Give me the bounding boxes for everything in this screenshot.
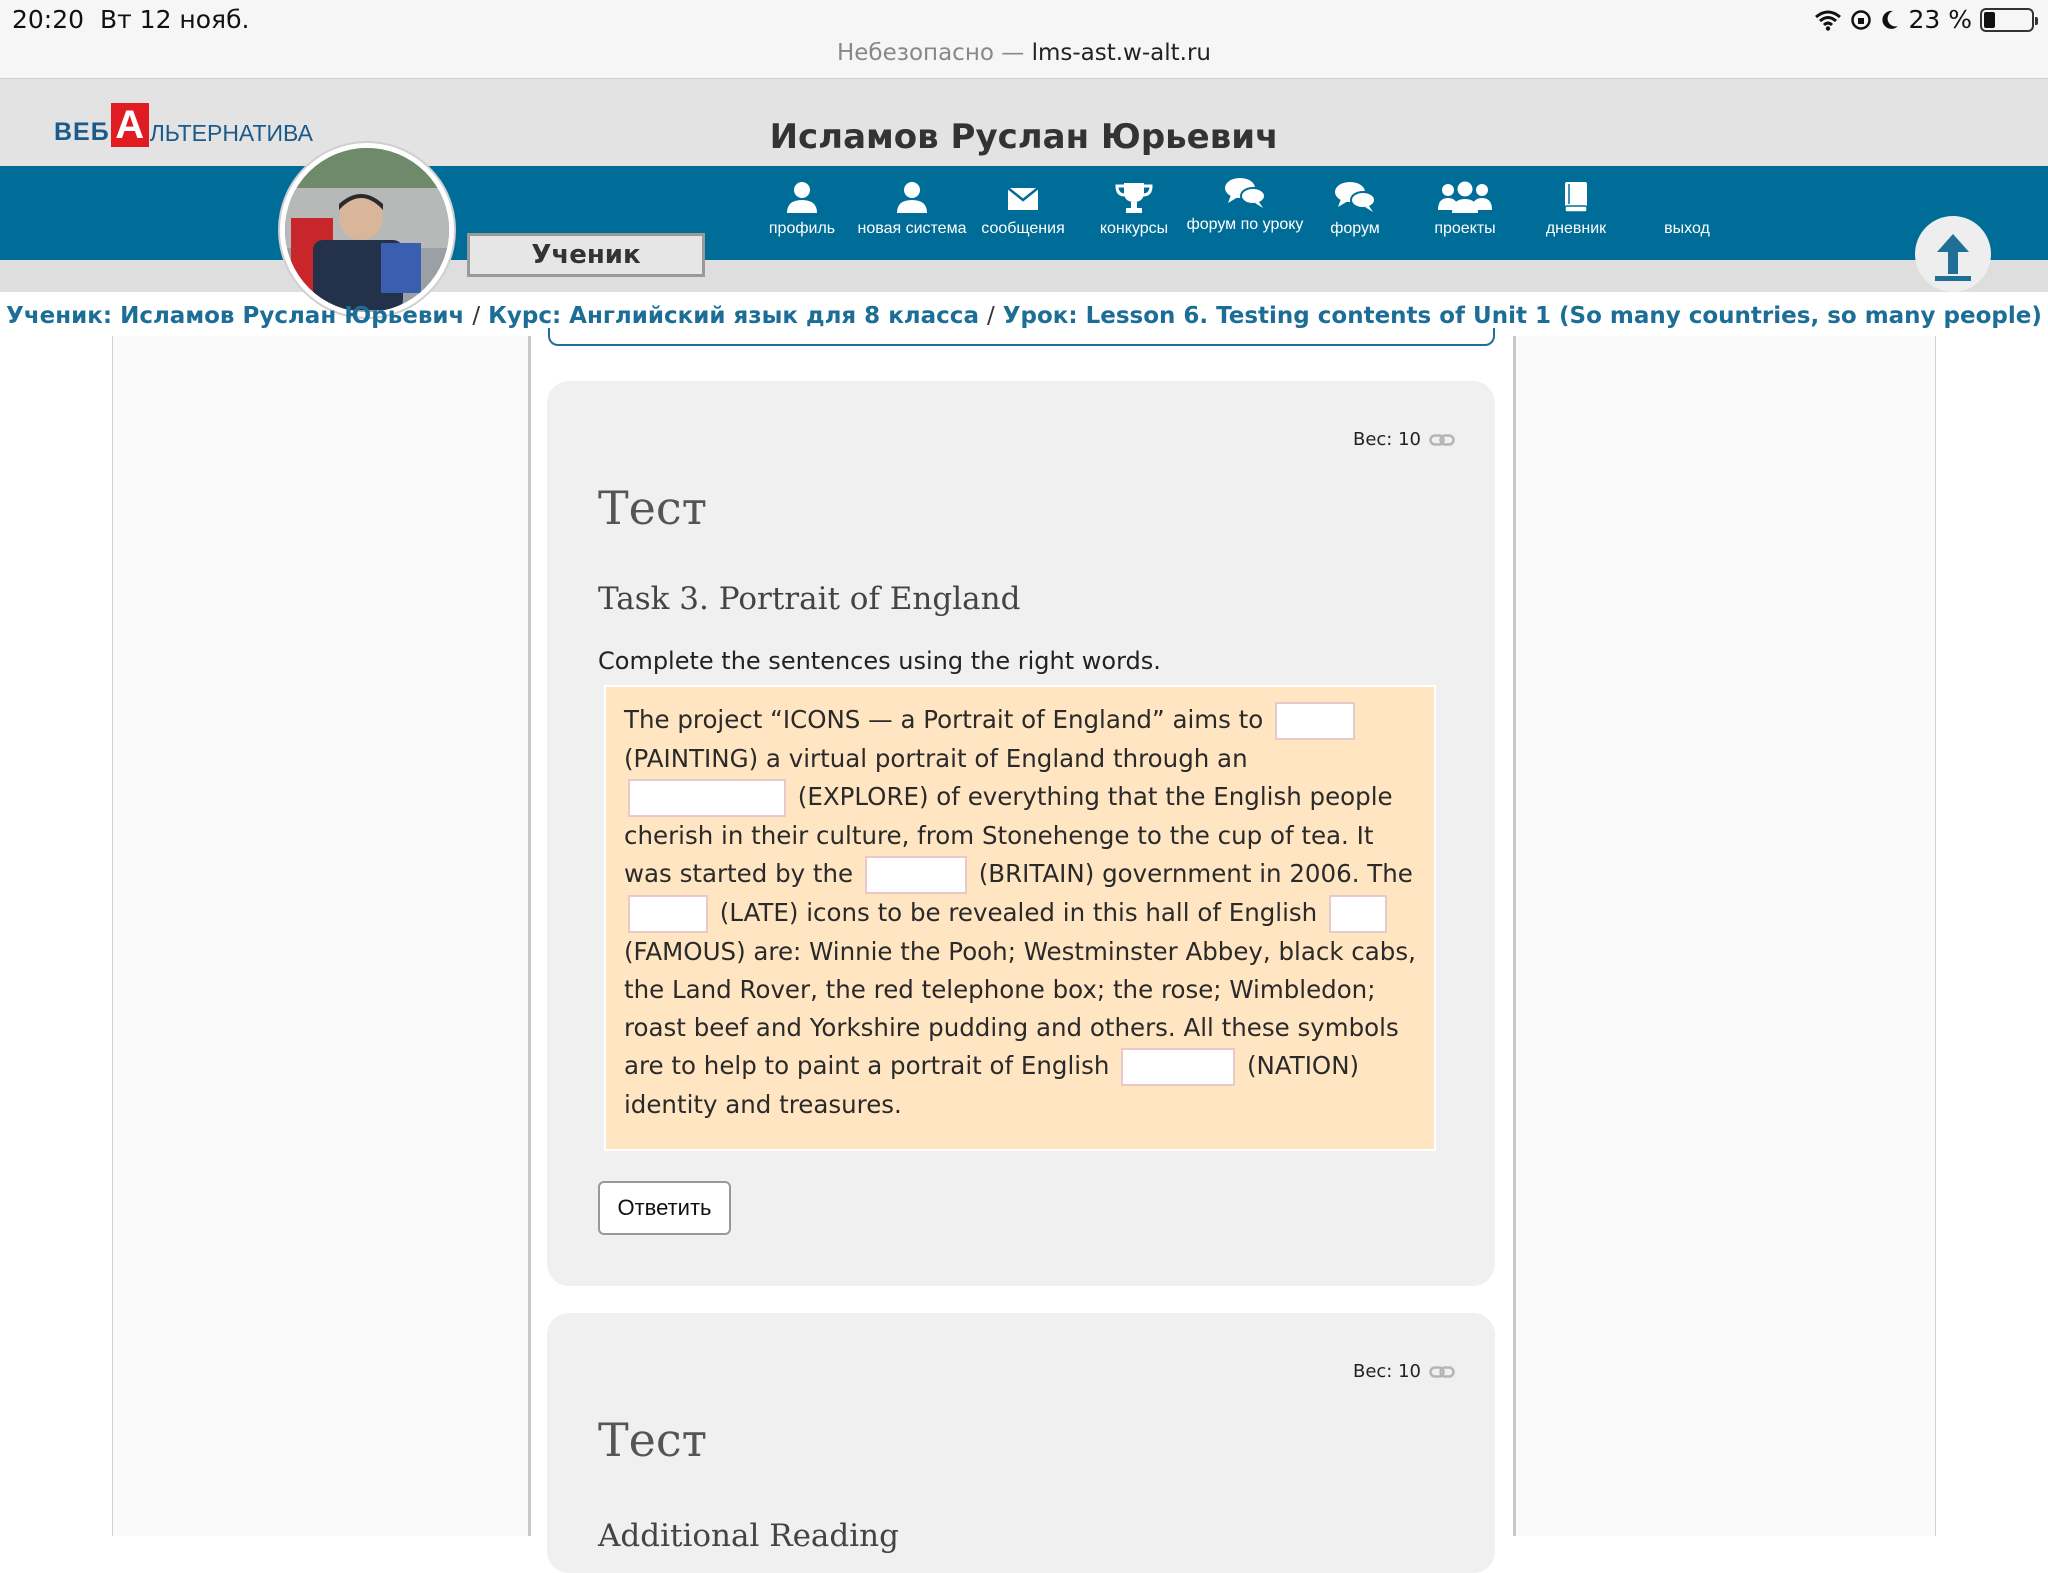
task-text: The project “ICONS — a Portrait of Engla… [624,705,1264,734]
battery-icon [1980,7,2038,32]
nav-label: выход [1664,220,1710,237]
breadcrumb-course[interactable]: Курс: Английский язык для 8 класса [488,303,979,329]
nav-label: сообщения [981,220,1065,237]
nav-item-messages[interactable]: сообщения [963,180,1083,238]
answer-input-nation[interactable] [1121,1048,1236,1086]
chat-bubbles-icon [1335,182,1376,212]
answer-input-famous[interactable] [1329,895,1387,933]
envelope-icon [1007,187,1039,210]
card-title: Тест [598,481,708,535]
nav-item-profile[interactable]: профиль [742,180,862,238]
task-instruction: Complete the sentences using the right w… [598,647,1161,675]
insecure-label: Небезопасно — [836,40,1025,66]
scroll-to-top-button[interactable] [1915,216,1991,292]
address-bar[interactable]: Небезопасно — lms-ast.w-alt.ru [0,40,2048,66]
weight-text: Вес: 10 [1352,429,1421,450]
breadcrumb-lesson[interactable]: Урок: Lesson 6. Testing contents of Unit… [1003,303,2042,329]
nav-item-lesson-forum[interactable]: форум по уроку [1185,176,1305,234]
person-icon [897,182,927,213]
fill-in-task: The project “ICONS — a Portrait of Engla… [604,685,1436,1151]
battery-percent: 23 % [1908,5,1972,34]
nav-label: конкурсы [1099,220,1169,237]
arrow-up-icon [1935,234,1971,281]
avatar-photo [285,148,449,312]
nav-label: форум по уроку [1186,216,1304,233]
breadcrumb: Ученик: Исламов Руслан Юрьевич / Курс: А… [0,303,2048,329]
status-date: Вт 12 нояб. [100,5,250,34]
answer-input-explore[interactable] [628,779,786,817]
previous-card-edge [548,328,1495,346]
book-icon [1564,182,1588,213]
test-card: Вес: 10 Тест Task 3. Portrait of England… [547,381,1495,1286]
answer-input-late[interactable] [628,895,708,933]
task-title: Task 3. Portrait of England [598,581,1021,617]
role-button[interactable]: Ученик [467,233,705,277]
nav-item-logout[interactable]: выход [1627,220,1747,238]
site-header: ВЕБ А ЛЬТЕРНАТИВА Исламов Руслан Юрьевич [0,79,2048,166]
nav-item-contests[interactable]: конкурсы [1074,180,1194,238]
link-icon[interactable] [1429,1365,1455,1379]
nav-item-diary[interactable]: дневник [1516,180,1636,238]
url-domain: lms-ast.w-alt.ru [1031,40,1212,66]
avatar[interactable] [280,143,454,317]
test-card: Вес: 10 Тест Additional Reading [547,1313,1495,1573]
nav-item-projects[interactable]: проекты [1405,180,1525,238]
nav-label: форум [1330,220,1380,237]
status-bar: 20:20 Вт 12 нояб. 23 % Небезопасно — lms… [0,0,2048,79]
nav-item-forum[interactable]: форум [1295,180,1415,238]
weight-label: Вес: 10 [1353,1361,1455,1382]
orientation-lock-icon [1851,9,1872,30]
answer-input-painting[interactable] [1275,702,1356,740]
weight-text: Вес: 10 [1352,1361,1421,1382]
battery-fill [1984,11,1995,28]
breadcrumb-separator: / [986,303,995,329]
wifi-icon [1815,10,1842,31]
status-indicators: 23 % [1814,5,2038,34]
submit-answer-button[interactable]: Ответить [598,1181,731,1235]
link-icon[interactable] [1429,433,1455,447]
status-time: 20:20 [12,5,85,34]
nav-label: новая система [857,220,967,237]
breadcrumb-separator: / [472,303,481,329]
task-title: Additional Reading [598,1518,899,1554]
weight-label: Вес: 10 [1353,429,1455,450]
nav-label: дневник [1545,220,1607,237]
page-title: Исламов Руслан Юрьевич [769,117,1279,157]
nav-item-new-system[interactable]: новая система [852,180,972,238]
breadcrumb-student[interactable]: Ученик: Исламов Руслан Юрьевич [6,303,464,329]
chat-bubbles-icon [1225,178,1266,208]
person-icon [787,182,817,213]
card-title: Тест [598,1413,708,1467]
task-text: (LATE) icons to be revealed in this hall… [719,898,1318,927]
trophy-icon [1115,183,1153,213]
answer-input-britain[interactable] [864,856,967,894]
task-text: (PAINTING) a virtual portrait of England… [624,744,1248,773]
nav-label: профиль [768,220,836,237]
group-icon [1438,181,1492,213]
task-text: (BRITAIN) government in 2006. The [978,859,1413,888]
moon-icon [1882,10,1899,29]
nav-label: проекты [1434,220,1496,237]
